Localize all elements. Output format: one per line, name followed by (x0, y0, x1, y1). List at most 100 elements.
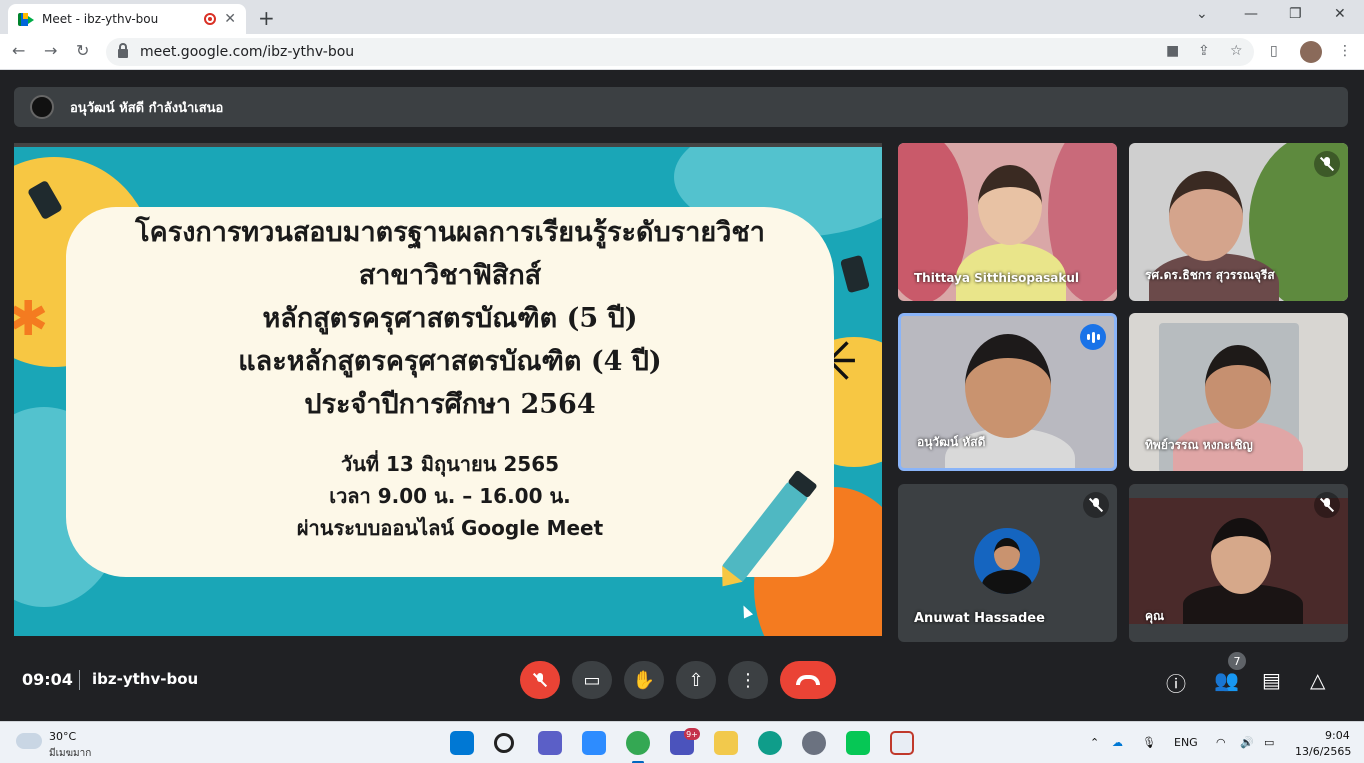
participant-tile[interactable]: ทิพย์วรรณ หงกะเชิญ (1129, 313, 1348, 471)
browser-toolbar: ← → ↻ meet.google.com/ibz-ythv-bou ■ ⇪ ☆… (0, 34, 1364, 70)
bottom-bar-divider (79, 670, 80, 690)
camera-icon: ▭ (583, 669, 601, 691)
google-meet-favicon-icon (18, 12, 34, 26)
muted-mic-icon (1083, 492, 1109, 518)
participant-face (1169, 171, 1243, 261)
participant-tile[interactable]: คุณ (1129, 484, 1348, 642)
participant-name: Thittaya Sitthisopasakul (914, 271, 1079, 285)
participant-name: Anuwat Hassadee (914, 611, 1045, 626)
new-tab-button[interactable]: + (258, 6, 275, 30)
participant-name: อนุวัฒน์ หัสดี (917, 435, 986, 449)
muted-mic-icon (1314, 151, 1340, 177)
chat-icon[interactable]: ▤ (1262, 668, 1281, 692)
participant-face (1211, 518, 1271, 594)
participant-tile[interactable]: Anuwat Hassadee (898, 484, 1117, 642)
browser-tab[interactable]: Meet - ibz-ythv-bou ✕ (8, 4, 246, 34)
participant-tile-active-speaker[interactable]: อนุวัฒน์ หัสดี (898, 313, 1117, 471)
settings-gear-icon[interactable] (802, 731, 826, 755)
participant-tile[interactable]: รศ.ดร.ธิชกร สุวรรณจุรีส (1129, 143, 1348, 301)
address-bar[interactable]: meet.google.com/ibz-ythv-bou (106, 38, 1254, 66)
mouse-cursor-icon (738, 603, 754, 619)
slide-title-line: ประจำปีการศึกษา 2564 (304, 389, 596, 420)
battery-icon[interactable]: ▭ (1264, 736, 1274, 749)
presenter-banner: อนุวัฒน์ หัสดี กำลังนำเสนอ (14, 87, 1348, 127)
share-icon[interactable]: ⇪ (1198, 43, 1210, 59)
back-arrow-icon[interactable]: ← (12, 41, 25, 60)
volume-icon[interactable]: 🔊 (1240, 736, 1254, 749)
browser-tab-bar: Meet - ibz-ythv-bou ✕ + ⌄ — ❐ ✕ (0, 0, 1364, 34)
present-screen-button[interactable]: ⇧ (676, 661, 716, 699)
weather-description[interactable]: มีเมฆมาก (49, 746, 91, 761)
participant-tile[interactable]: Thittaya Sitthisopasakul (898, 143, 1117, 301)
cloud-weather-icon[interactable] (16, 733, 42, 749)
hang-up-icon (796, 675, 820, 685)
tab-search-chevron-icon[interactable]: ⌄ (1196, 6, 1208, 22)
participant-face (1205, 345, 1271, 429)
slide-text-card: โครงการทวนสอบมาตรฐานผลการเรียนรู้ระดับรา… (66, 207, 834, 577)
speaking-indicator-icon (1080, 324, 1106, 350)
reload-icon[interactable]: ↻ (76, 41, 89, 60)
presenter-avatar (30, 95, 54, 119)
recording-indicator-icon (204, 13, 217, 25)
taskbar-date[interactable]: 13/6/2565 (1295, 745, 1351, 758)
activities-icon[interactable]: △ (1310, 668, 1325, 692)
participant-avatar (974, 528, 1040, 594)
meeting-code: ibz-ythv-bou (92, 670, 199, 688)
edge-icon[interactable] (758, 731, 782, 755)
participant-name: ทิพย์วรรณ หงกะเชิญ (1145, 438, 1253, 452)
participant-face (965, 334, 1051, 438)
bookmark-star-icon[interactable]: ☆ (1230, 43, 1243, 59)
windows-taskbar: 30°C มีเมฆมาก 9+ ⌃ ☁ 🎙 ENG ◠ 🔊 ▭ 9:04 13… (0, 721, 1364, 763)
profile-avatar[interactable] (1300, 41, 1322, 63)
weather-temperature[interactable]: 30°C (49, 730, 76, 743)
forward-arrow-icon[interactable]: → (44, 41, 57, 60)
tab-title: Meet - ibz-ythv-bou (42, 12, 159, 26)
wifi-icon[interactable]: ◠ (1216, 736, 1226, 749)
slide-title: โครงการทวนสอบมาตรฐานผลการเรียนรู้ระดับรา… (66, 211, 834, 426)
zoom-icon[interactable] (582, 731, 606, 755)
input-language[interactable]: ENG (1174, 736, 1198, 749)
search-icon[interactable] (494, 733, 514, 753)
taskbar-time[interactable]: 9:04 (1325, 729, 1350, 742)
teams-chat-icon[interactable] (538, 731, 562, 755)
file-explorer-icon[interactable] (714, 731, 738, 755)
meeting-details-icon[interactable]: ⓘ (1166, 668, 1186, 697)
restore-window-icon[interactable]: ❐ (1289, 6, 1302, 22)
presenter-status-text: อนุวัฒน์ หัสดี กำลังนำเสนอ (70, 100, 224, 116)
tray-chevron-up-icon[interactable]: ⌃ (1090, 736, 1099, 749)
slide-date-line: วันที่ 13 มิถุนายน 2565 (340, 452, 560, 476)
slide-title-line: โครงการทวนสอบมาตรฐานผลการเรียนรู้ระดับรา… (135, 217, 765, 248)
raise-hand-button[interactable]: ✋ (624, 661, 664, 699)
slide-event-info: วันที่ 13 มิถุนายน 2565 เวลา 9.00 น. – 1… (66, 448, 834, 544)
chrome-icon[interactable] (626, 731, 650, 763)
windows-start-icon[interactable] (450, 731, 474, 755)
teams-notification-badge: 9+ (684, 728, 700, 740)
avatar-face (994, 538, 1020, 570)
url-text: meet.google.com/ibz-ythv-bou (140, 44, 355, 60)
tab-close-icon[interactable]: ✕ (224, 11, 236, 27)
slide-title-line: หลักสูตรครุศาสตรบัณฑิต (5 ปี) (262, 303, 638, 334)
slide-decor-diamond-right (839, 254, 871, 294)
video-letterbox (1129, 484, 1348, 498)
microphone-tray-icon[interactable]: 🎙 (1142, 736, 1156, 749)
side-panel-icon[interactable]: ▯ (1270, 43, 1278, 59)
slide-decor-orange-star: ✱ (14, 295, 48, 343)
mic-off-icon (534, 673, 546, 687)
mic-toggle-button[interactable] (520, 661, 560, 699)
minimize-window-icon[interactable]: — (1244, 6, 1258, 22)
presentation-slide: ✱ ✳ โครงการทวนสอบมาตรฐานผลการเรียนรู้ระด… (14, 143, 882, 636)
camera-permission-icon[interactable]: ■ (1166, 43, 1179, 59)
line-app-icon[interactable] (846, 731, 870, 755)
hand-icon: ✋ (632, 669, 656, 691)
snipping-tool-icon[interactable] (890, 731, 914, 755)
slide-platform-line: ผ่านระบบออนไลน์ Google Meet (296, 516, 604, 540)
people-icon[interactable]: 👥 (1214, 668, 1239, 692)
more-options-button[interactable]: ⋮ (728, 661, 768, 699)
video-letterbox (1129, 624, 1348, 642)
chrome-menu-icon[interactable]: ⋮ (1338, 43, 1352, 59)
camera-toggle-button[interactable]: ▭ (572, 661, 612, 699)
leave-call-button[interactable] (780, 661, 836, 699)
participant-name: คุณ (1145, 609, 1165, 623)
close-window-icon[interactable]: ✕ (1334, 6, 1346, 22)
onedrive-cloud-icon[interactable]: ☁ (1112, 736, 1123, 749)
